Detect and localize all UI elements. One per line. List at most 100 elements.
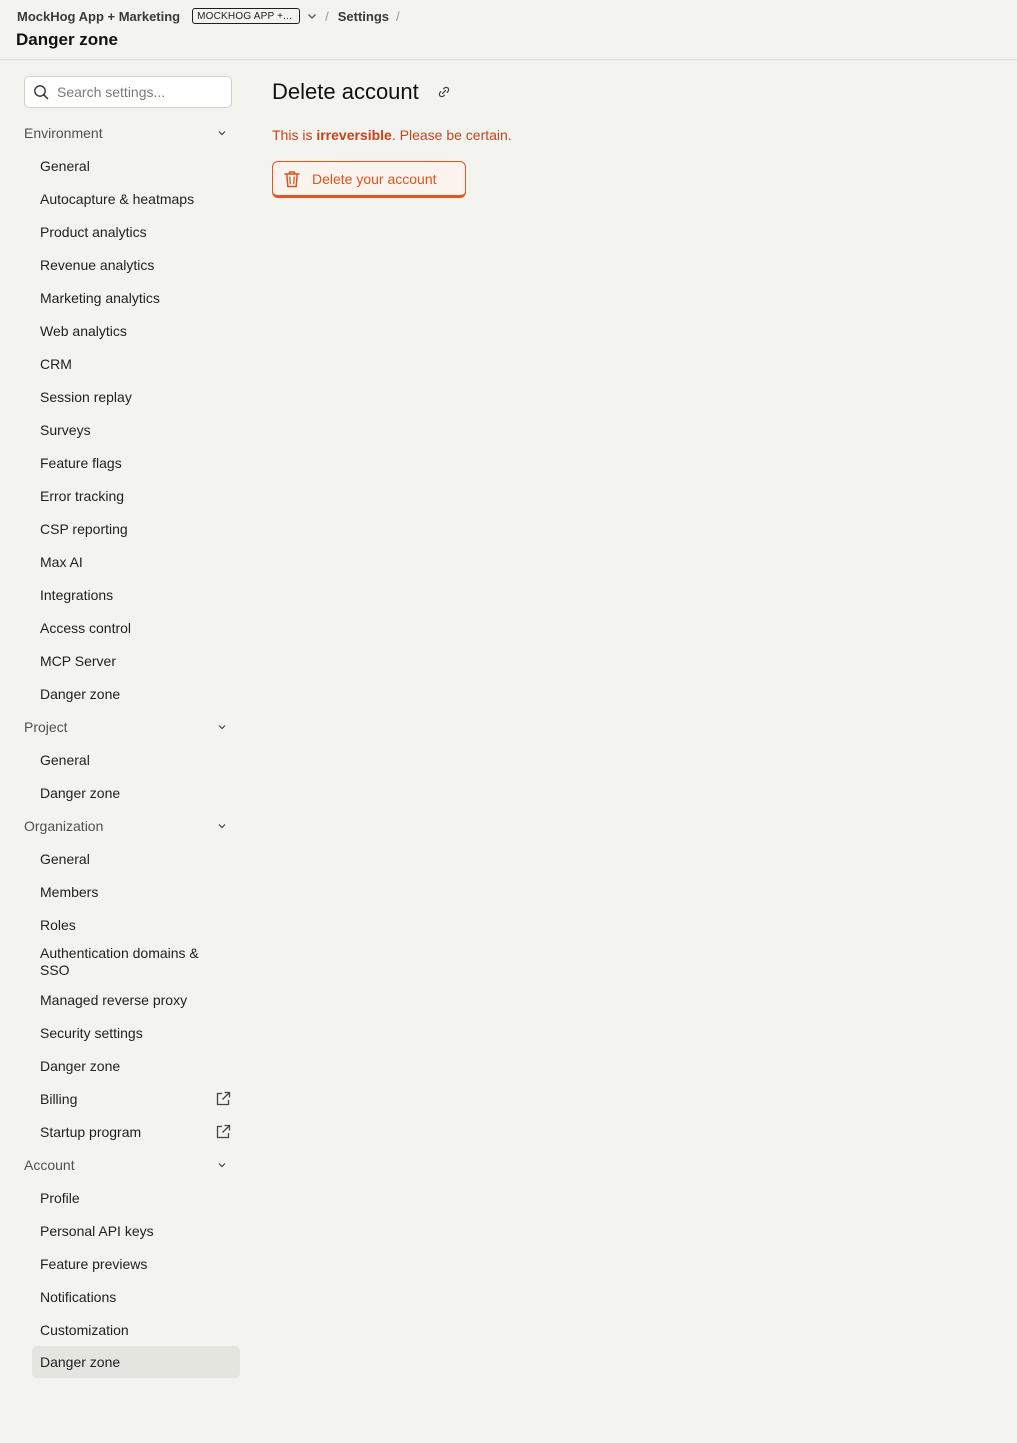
sidebar-item-environment-danger-zone[interactable]: Danger zone (32, 678, 240, 710)
chevron-down-icon[interactable] (306, 10, 318, 22)
sidebar-item-label: Revenue analytics (40, 257, 155, 273)
sidebar-item-billing[interactable]: Billing (32, 1083, 240, 1115)
sidebar-item-label: Web analytics (40, 323, 127, 339)
sidebar-item-environment-general[interactable]: General (32, 150, 240, 182)
sidebar-item-label: Managed reverse proxy (40, 992, 188, 1008)
section-label: Organization (24, 818, 104, 834)
sidebar-item-autocapture[interactable]: Autocapture & heatmaps (32, 183, 240, 215)
sidebar-item-label: Autocapture & heatmaps (40, 191, 195, 207)
sidebar-item-label: General (40, 851, 90, 867)
section-heading: Delete account (272, 79, 451, 105)
sidebar-item-managed-reverse-proxy[interactable]: Managed reverse proxy (32, 984, 240, 1016)
sidebar-item-feature-previews[interactable]: Feature previews (32, 1248, 240, 1280)
sidebar-item-label: Danger zone (40, 686, 121, 702)
sidebar-item-project-general[interactable]: General (32, 744, 240, 776)
external-link-icon (214, 1123, 232, 1141)
section-environment[interactable]: Environment (24, 122, 232, 144)
sidebar-item-roles[interactable]: Roles (32, 909, 240, 941)
sidebar-item-label: Startup program (40, 1124, 142, 1140)
sidebar-item-label: Security settings (40, 1025, 143, 1041)
section-label: Account (24, 1157, 75, 1173)
breadcrumb: MockHog App + Marketing MOCKHOG APP +...… (17, 8, 409, 24)
sidebar-item-notifications[interactable]: Notifications (32, 1281, 240, 1313)
section-project[interactable]: Project (24, 716, 232, 738)
search-icon (34, 85, 49, 100)
chevron-down-icon (216, 820, 228, 832)
warning-suffix: . Please be certain. (391, 127, 512, 143)
sidebar-item-project-danger-zone[interactable]: Danger zone (32, 777, 240, 809)
sidebar-item-csp-reporting[interactable]: CSP reporting (32, 513, 240, 545)
section-label: Project (24, 719, 68, 735)
sidebar-item-label: Danger zone (40, 785, 121, 801)
breadcrumb-separator: / (396, 8, 400, 24)
sidebar-item-profile[interactable]: Profile (32, 1182, 240, 1214)
sidebar-item-organization-general[interactable]: General (32, 843, 240, 875)
breadcrumb-separator: / (325, 8, 329, 24)
sidebar-item-feature-flags[interactable]: Feature flags (32, 447, 240, 479)
sidebar-item-marketing-analytics[interactable]: Marketing analytics (32, 282, 240, 314)
sidebar-item-security-settings[interactable]: Security settings (32, 1017, 240, 1049)
sidebar-item-label: Personal API keys (40, 1223, 154, 1239)
sidebar-item-personal-api-keys[interactable]: Personal API keys (32, 1215, 240, 1247)
sidebar-item-label: Integrations (40, 587, 114, 603)
sidebar-item-authentication-domains[interactable]: Authentication domains & SSO (32, 941, 240, 983)
sidebar-item-label: Billing (40, 1091, 78, 1107)
warning-emphasis: irreversible (316, 127, 392, 143)
page-title: Danger zone (16, 30, 119, 49)
sidebar-item-error-tracking[interactable]: Error tracking (32, 480, 240, 512)
warning-prefix: This is (272, 127, 317, 143)
sidebar-item-product-analytics[interactable]: Product analytics (32, 216, 240, 248)
sidebar-item-label: Members (40, 884, 99, 900)
sidebar-item-label: Product analytics (40, 224, 147, 240)
sidebar-item-label: Feature flags (40, 455, 122, 471)
sidebar-item-members[interactable]: Members (32, 876, 240, 908)
warning-text: This is irreversible. Please be certain. (272, 127, 512, 143)
sidebar-item-label: Customization (40, 1322, 129, 1338)
sidebar-item-crm[interactable]: CRM (32, 348, 240, 380)
sidebar-item-label: Profile (40, 1190, 80, 1206)
sidebar-item-label: General (40, 158, 90, 174)
sidebar-item-access-control[interactable]: Access control (32, 612, 240, 644)
link-icon[interactable] (437, 85, 451, 99)
sidebar-item-label: Surveys (40, 422, 91, 438)
chevron-down-icon (216, 721, 228, 733)
sidebar-item-label: Authentication domains & SSO (40, 945, 199, 978)
top-bar: MockHog App + Marketing MOCKHOG APP +...… (0, 0, 1017, 60)
sidebar-item-web-analytics[interactable]: Web analytics (32, 315, 240, 347)
sidebar-item-session-replay[interactable]: Session replay (32, 381, 240, 413)
section-organization[interactable]: Organization (24, 815, 232, 837)
chevron-down-icon (216, 1159, 228, 1171)
sidebar-item-label: Roles (40, 917, 76, 933)
delete-account-label: Delete your account (312, 170, 437, 187)
sidebar-item-label: Marketing analytics (40, 290, 160, 306)
sidebar-item-label: Max AI (40, 554, 83, 570)
sidebar-item-label: General (40, 752, 90, 768)
section-label: Environment (24, 125, 103, 141)
sidebar-item-label: Error tracking (40, 488, 125, 504)
sidebar-item-account-danger-zone[interactable]: Danger zone (32, 1346, 240, 1378)
sidebar-item-revenue-analytics[interactable]: Revenue analytics (32, 249, 240, 281)
search-input[interactable] (57, 84, 217, 100)
sidebar-item-organization-danger-zone[interactable]: Danger zone (32, 1050, 240, 1082)
sidebar-item-integrations[interactable]: Integrations (32, 579, 240, 611)
sidebar-item-surveys[interactable]: Surveys (32, 414, 240, 446)
sidebar-item-label: Session replay (40, 389, 132, 405)
sidebar-item-label: MCP Server (40, 653, 116, 669)
trash-icon (282, 169, 302, 189)
delete-account-button[interactable]: Delete your account (272, 161, 466, 198)
sidebar-item-label: Access control (40, 620, 132, 636)
sidebar-item-max-ai[interactable]: Max AI (32, 546, 240, 578)
environment-badge[interactable]: MOCKHOG APP +... (192, 8, 301, 24)
search-box[interactable] (24, 76, 232, 108)
sidebar-item-label: Danger zone (40, 1354, 121, 1370)
sidebar-item-mcp-server[interactable]: MCP Server (32, 645, 240, 677)
sidebar-item-label: CRM (40, 356, 72, 372)
sidebar-item-startup-program[interactable]: Startup program (32, 1116, 240, 1148)
breadcrumb-settings[interactable]: Settings (338, 9, 389, 24)
sidebar-item-label: Danger zone (40, 1058, 121, 1074)
sidebar-item-customization[interactable]: Customization (32, 1314, 240, 1346)
breadcrumb-organization[interactable]: MockHog App + Marketing (17, 9, 180, 24)
heading-text: Delete account (272, 79, 419, 104)
external-link-icon (214, 1090, 232, 1108)
section-account[interactable]: Account (24, 1154, 232, 1176)
